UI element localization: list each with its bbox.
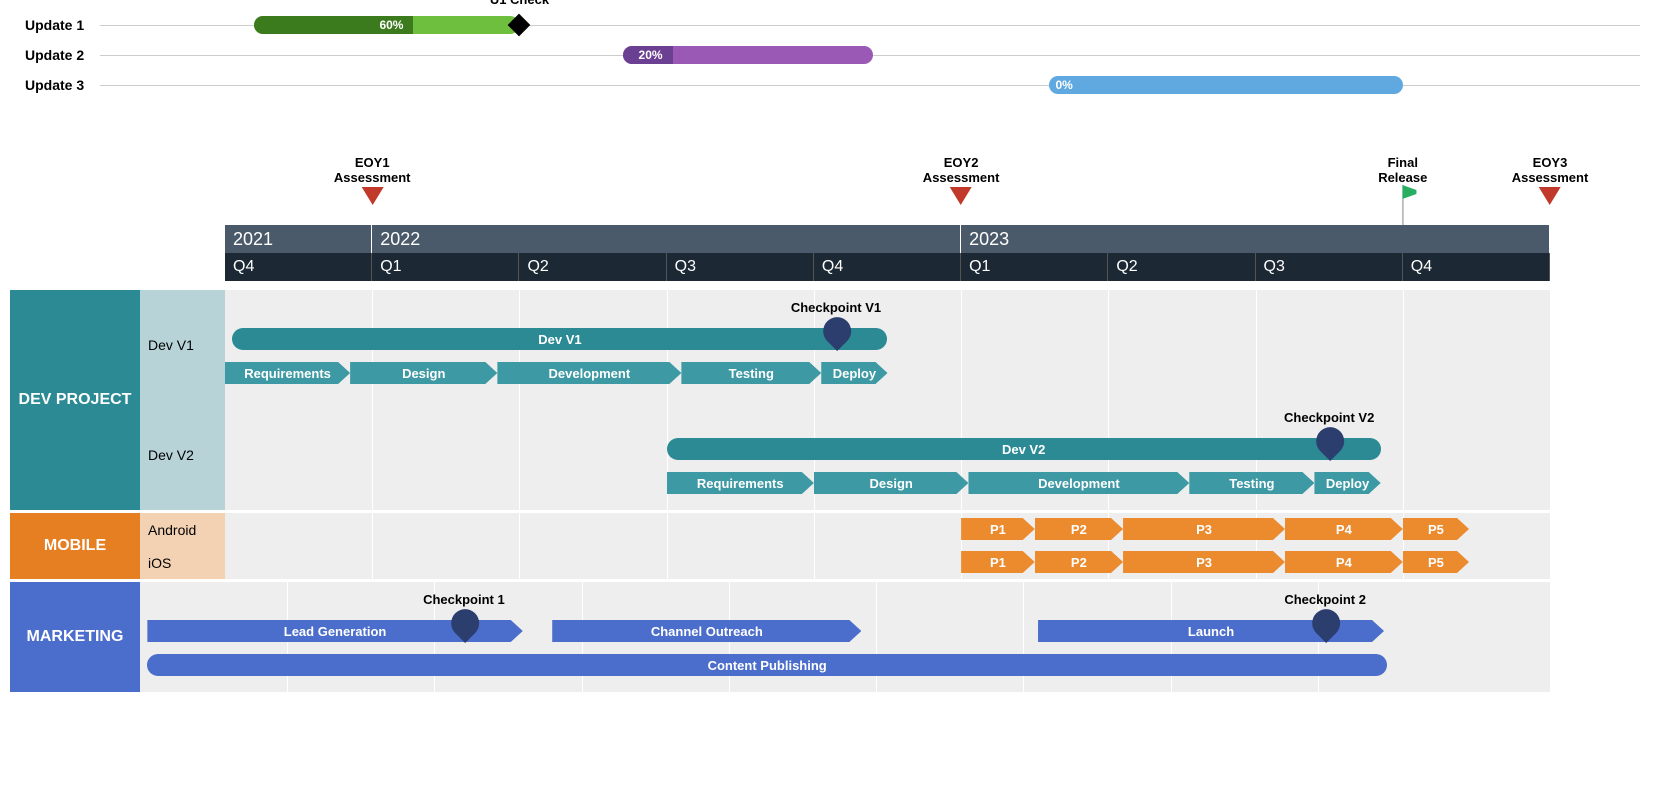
swimlane-dev-project: DEV PROJECTDev V1Dev V2Dev V1Checkpoint …: [10, 290, 1550, 510]
quarter-2023-Q2: Q2: [1108, 253, 1255, 281]
swimlane-marketing: MARKETINGLead GenerationCheckpoint 1Chan…: [10, 582, 1550, 692]
red-triangle-icon: [1539, 187, 1561, 205]
update-2-bar: 20%: [623, 46, 873, 64]
sub-header-Android: Android: [140, 513, 225, 546]
checkpoint-label: Checkpoint V1: [791, 300, 881, 315]
sub-header-iOS: iOS: [140, 546, 225, 579]
update-row-2: Update 2 20%: [10, 40, 1650, 70]
update-row-1: Update 1 60% U1 Check: [10, 10, 1650, 40]
sub-header-Dev V2: Dev V2: [140, 400, 225, 510]
bar-deploy: Deploy: [821, 362, 887, 384]
bar-p4: P4: [1285, 551, 1403, 573]
milestone-eoy3-assessment: EOY3Assessment: [1512, 155, 1589, 205]
top-milestones: EOY1AssessmentEOY2AssessmentFinalRelease…: [10, 155, 1650, 215]
bar-p4: P4: [1285, 518, 1403, 540]
update-2-label: Update 2: [25, 47, 84, 63]
year-2021: 2021: [225, 225, 372, 253]
bar-dev-v1: Dev V1: [232, 328, 887, 350]
quarter-2021-Q4: Q4: [225, 253, 372, 281]
quarter-2022-Q2: Q2: [519, 253, 666, 281]
group-header: MOBILE: [10, 513, 140, 579]
bar-design: Design: [814, 472, 969, 494]
sub-header-Dev V1: Dev V1: [140, 290, 225, 400]
milestone-eoy2-assessment: EOY2Assessment: [923, 155, 1000, 205]
update-2-percent: 20%: [639, 48, 671, 62]
bar-channel-outreach: Channel Outreach: [552, 620, 861, 642]
group-header: MARKETING: [10, 582, 140, 692]
green-flag-icon: [1402, 185, 1403, 225]
quarter-2022-Q4: Q4: [814, 253, 961, 281]
quarter-2023-Q1: Q1: [961, 253, 1108, 281]
bar-deploy: Deploy: [1314, 472, 1380, 494]
bar-testing: Testing: [681, 362, 821, 384]
bar-requirements: Requirements: [225, 362, 350, 384]
bar-content-publishing: Content Publishing: [147, 654, 1387, 676]
bar-p1: P1: [961, 551, 1035, 573]
timeline-header: 202120222023 Q4Q1Q2Q3Q4Q1Q2Q3Q4: [225, 225, 1550, 281]
u1-check-label: U1 Check: [490, 0, 549, 7]
quarter-row: Q4Q1Q2Q3Q4Q1Q2Q3Q4: [225, 253, 1550, 281]
year-row: 202120222023: [225, 225, 1550, 253]
bar-testing: Testing: [1189, 472, 1314, 494]
swimlanes: DEV PROJECTDev V1Dev V2Dev V1Checkpoint …: [10, 290, 1550, 695]
updates-section: Update 1 60% U1 Check Update 2 20% Updat…: [10, 10, 1650, 100]
bar-development: Development: [968, 472, 1189, 494]
bar-dev-v2: Dev V2: [667, 438, 1381, 460]
update-1-label: Update 1: [25, 17, 84, 33]
bar-development: Development: [497, 362, 681, 384]
year-2022: 2022: [372, 225, 961, 253]
bar-p1: P1: [961, 518, 1035, 540]
update-3-percent: 0%: [1055, 78, 1080, 92]
year-2023: 2023: [961, 225, 1550, 253]
bar-p3: P3: [1123, 551, 1285, 573]
milestone-final-release: FinalRelease: [1378, 155, 1427, 228]
group-header: DEV PROJECT: [10, 290, 140, 510]
update-row-3: Update 3 0%: [10, 70, 1650, 100]
update-1-percent: 60%: [379, 18, 411, 32]
swimlane-mobile: MOBILEAndroidiOS P1P2P3P4P5 P1P2P3P4P5: [10, 513, 1550, 579]
quarter-2022-Q1: Q1: [372, 253, 519, 281]
bar-p5: P5: [1403, 518, 1469, 540]
checkpoint-label: Checkpoint 2: [1284, 592, 1366, 607]
bar-p2: P2: [1035, 518, 1123, 540]
bar-requirements: Requirements: [667, 472, 814, 494]
update-3-bar: 0%: [1049, 76, 1402, 94]
quarter-2022-Q3: Q3: [667, 253, 814, 281]
quarter-2023-Q4: Q4: [1403, 253, 1550, 281]
red-triangle-icon: [361, 187, 383, 205]
red-triangle-icon: [950, 187, 972, 205]
update-1-bar: 60%: [254, 16, 519, 34]
quarter-2023-Q3: Q3: [1256, 253, 1403, 281]
bar-design: Design: [350, 362, 497, 384]
checkpoint-label: Checkpoint 1: [423, 592, 505, 607]
checkpoint-label: Checkpoint V2: [1284, 410, 1374, 425]
bar-p5: P5: [1403, 551, 1469, 573]
milestone-eoy1-assessment: EOY1Assessment: [334, 155, 411, 205]
update-3-label: Update 3: [25, 77, 84, 93]
bar-p3: P3: [1123, 518, 1285, 540]
bar-p2: P2: [1035, 551, 1123, 573]
